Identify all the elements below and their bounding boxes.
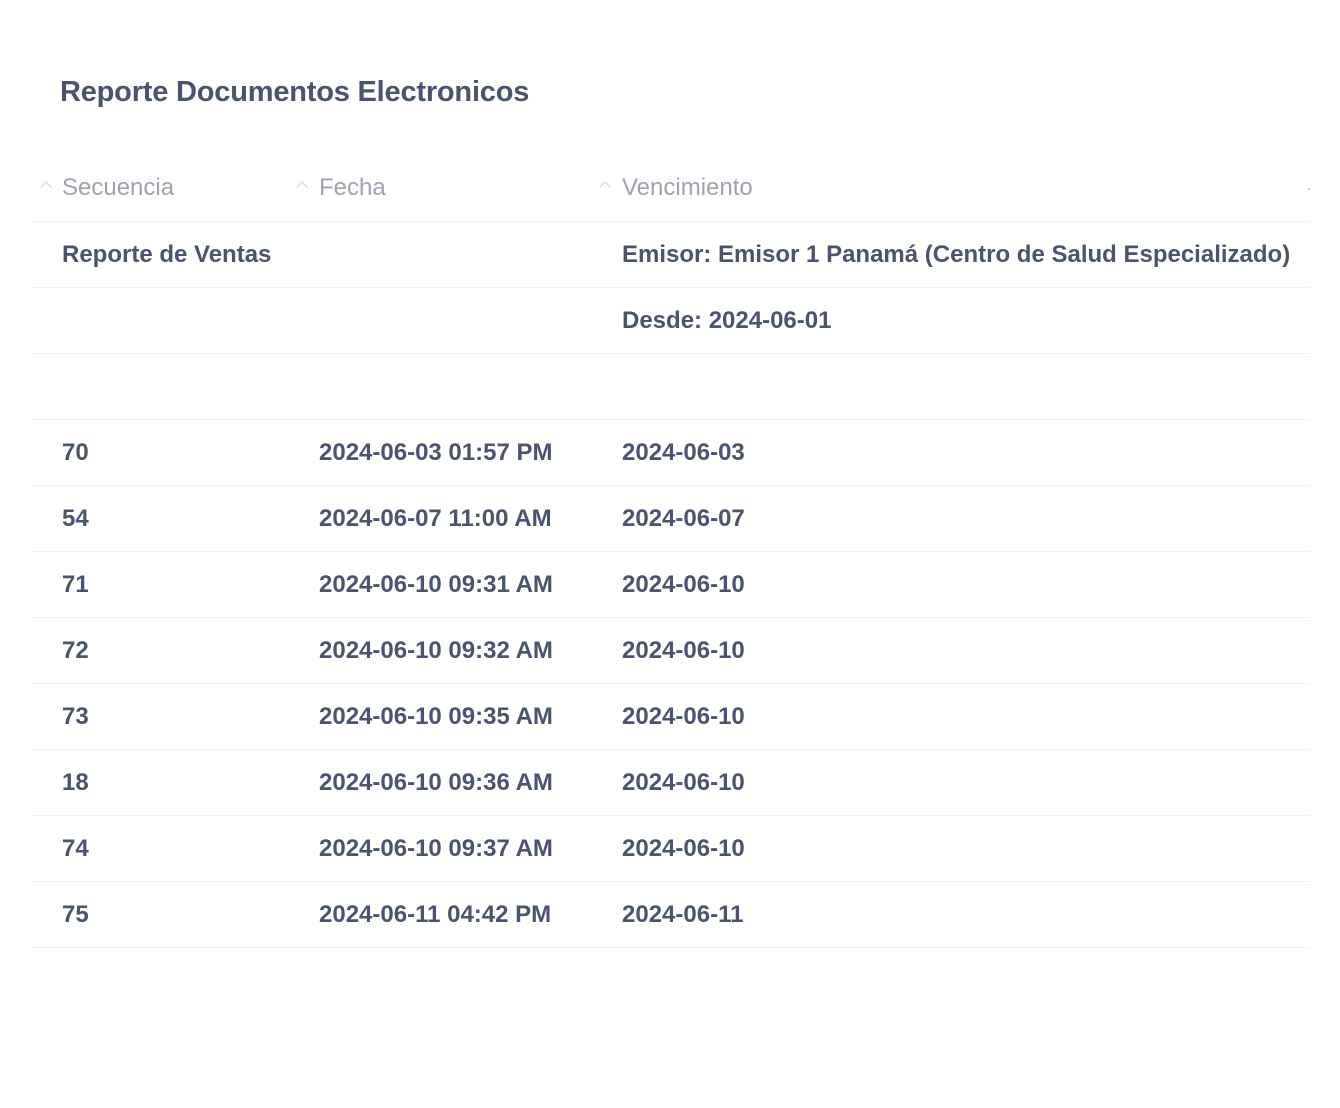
fecha-cell: 2024-06-10 09:31 AM bbox=[319, 570, 553, 598]
column-header-fecha[interactable]: Fecha bbox=[319, 155, 386, 221]
emisor-label: Emisor: Emisor 1 Panamá (Centro de Salud… bbox=[622, 240, 1291, 268]
column-resize-handle[interactable] bbox=[1308, 188, 1310, 190]
chevron-up-icon[interactable] bbox=[295, 179, 309, 189]
fecha-cell: 2024-06-07 11:00 AM bbox=[319, 504, 552, 532]
report-table: Secuencia Fecha Vencimiento Reporte de V… bbox=[32, 155, 1310, 948]
chevron-up-icon[interactable] bbox=[39, 179, 53, 189]
secuencia-cell: 74 bbox=[62, 834, 89, 862]
table-row[interactable]: 70 2024-06-03 01:57 PM 2024-06-03 bbox=[32, 420, 1310, 486]
vencimiento-cell: 2024-06-07 bbox=[622, 504, 745, 532]
fecha-cell: 2024-06-10 09:36 AM bbox=[319, 768, 553, 796]
summary-row-blank bbox=[32, 354, 1310, 420]
summary-row-title: Reporte de Ventas Emisor: Emisor 1 Panam… bbox=[32, 222, 1310, 288]
summary-row-desde: Desde: 2024-06-01 bbox=[32, 288, 1310, 354]
vencimiento-cell: 2024-06-03 bbox=[622, 438, 745, 466]
vencimiento-cell: 2024-06-10 bbox=[622, 768, 745, 796]
table-row[interactable]: 71 2024-06-10 09:31 AM 2024-06-10 bbox=[32, 552, 1310, 618]
fecha-cell: 2024-06-11 04:42 PM bbox=[319, 900, 552, 928]
chevron-up-icon[interactable] bbox=[598, 179, 612, 189]
column-header-secuencia[interactable]: Secuencia bbox=[62, 155, 174, 221]
table-row[interactable]: 73 2024-06-10 09:35 AM 2024-06-10 bbox=[32, 684, 1310, 750]
table-row[interactable]: 18 2024-06-10 09:36 AM 2024-06-10 bbox=[32, 750, 1310, 816]
fecha-cell: 2024-06-10 09:35 AM bbox=[319, 702, 553, 730]
secuencia-cell: 70 bbox=[62, 438, 89, 466]
fecha-cell: 2024-06-10 09:32 AM bbox=[319, 636, 553, 664]
secuencia-cell: 75 bbox=[62, 900, 89, 928]
fecha-cell: 2024-06-10 09:37 AM bbox=[319, 834, 553, 862]
column-header-vencimiento[interactable]: Vencimiento bbox=[622, 155, 753, 221]
table-row[interactable]: 54 2024-06-07 11:00 AM 2024-06-07 bbox=[32, 486, 1310, 552]
fecha-cell: 2024-06-03 01:57 PM bbox=[319, 438, 553, 466]
secuencia-cell: 71 bbox=[62, 570, 89, 598]
desde-label: Desde: 2024-06-01 bbox=[622, 306, 832, 334]
vencimiento-cell: 2024-06-10 bbox=[622, 636, 745, 664]
table-row[interactable]: 72 2024-06-10 09:32 AM 2024-06-10 bbox=[32, 618, 1310, 684]
vencimiento-cell: 2024-06-10 bbox=[622, 570, 745, 598]
report-subtitle: Reporte de Ventas bbox=[62, 240, 272, 268]
vencimiento-cell: 2024-06-10 bbox=[622, 702, 745, 730]
vencimiento-cell: 2024-06-11 bbox=[622, 900, 744, 928]
page-title: Reporte Documentos Electronicos bbox=[60, 76, 530, 108]
secuencia-cell: 73 bbox=[62, 702, 89, 730]
secuencia-cell: 18 bbox=[62, 768, 89, 796]
table-header: Secuencia Fecha Vencimiento bbox=[32, 155, 1310, 222]
secuencia-cell: 72 bbox=[62, 636, 89, 664]
table-row[interactable]: 74 2024-06-10 09:37 AM 2024-06-10 bbox=[32, 816, 1310, 882]
vencimiento-cell: 2024-06-10 bbox=[622, 834, 745, 862]
secuencia-cell: 54 bbox=[62, 504, 89, 532]
table-row[interactable]: 75 2024-06-11 04:42 PM 2024-06-11 bbox=[32, 882, 1310, 948]
